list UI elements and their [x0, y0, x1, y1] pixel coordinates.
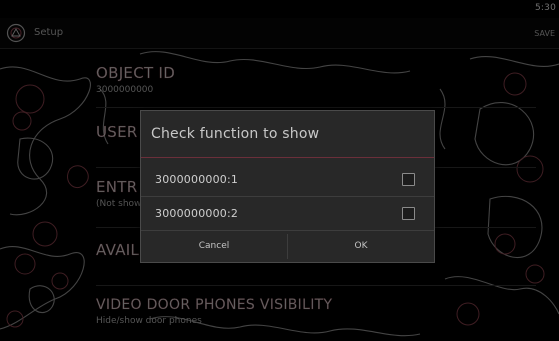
dialog-title: Check function to show — [151, 126, 320, 142]
option-label: 3000000000:2 — [155, 207, 239, 220]
option-label: 3000000000:1 — [155, 173, 239, 186]
dialog-option-2[interactable]: 3000000000:2 — [141, 197, 434, 230]
ok-button[interactable]: OK — [288, 231, 434, 262]
dialog-header: Check function to show — [141, 111, 434, 157]
option-checkbox[interactable] — [402, 173, 415, 186]
screen: 5:30 Setup SAVE OBJECT ID 3000000000 USE… — [0, 0, 559, 341]
cancel-button[interactable]: Cancel — [141, 231, 287, 262]
dialog-button-bar: Cancel OK — [141, 231, 434, 262]
check-function-dialog: Check function to show 3000000000:1 3000… — [140, 110, 435, 263]
option-checkbox[interactable] — [402, 207, 415, 220]
dialog-option-1[interactable]: 3000000000:1 — [141, 163, 434, 196]
dialog-title-divider — [141, 157, 434, 158]
